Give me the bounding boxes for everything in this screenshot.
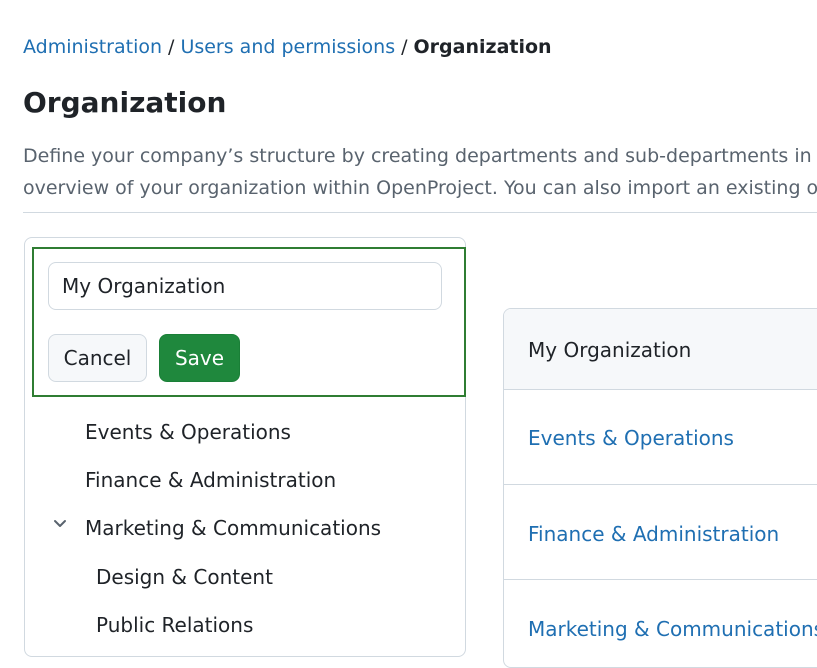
organization-detail-panel: My Organization Events & Operations Fina… [503,308,817,668]
page-description-line-2: overview of your organization within Ope… [23,177,817,199]
breadcrumb: Administration / Users and permissions / Org… [23,36,552,58]
detail-link-events-operations[interactable]: Events & Operations [528,426,734,450]
detail-header-title: My Organization [528,338,692,362]
detail-row: Finance & Administration [504,485,817,580]
detail-header: My Organization [504,309,817,390]
tree-item-events-operations[interactable]: Events & Operations [85,420,291,444]
breadcrumb-administration[interactable]: Administration [23,36,162,58]
header-divider [23,212,817,213]
save-button[interactable]: Save [159,334,240,382]
page-title: Organization [23,86,227,119]
tree-item-finance-administration[interactable]: Finance & Administration [85,468,336,492]
page-description: Define your company’s structure by creat… [23,140,817,204]
page-description-line-1: Define your company’s structure by creat… [23,145,817,167]
breadcrumb-separator: / [401,36,408,58]
breadcrumb-separator: / [168,36,175,58]
chevron-down-icon[interactable] [52,516,68,532]
detail-link-marketing-communications[interactable]: Marketing & Communications [528,617,817,641]
organization-name-input[interactable] [48,262,442,310]
detail-link-finance-administration[interactable]: Finance & Administration [528,522,779,546]
tree-item-public-relations[interactable]: Public Relations [96,613,253,637]
breadcrumb-current: Organization [413,36,552,58]
detail-row: Events & Operations [504,390,817,485]
tree-item-design-content[interactable]: Design & Content [96,565,273,589]
cancel-button[interactable]: Cancel [48,334,147,382]
breadcrumb-users-and-permissions[interactable]: Users and permissions [180,36,395,58]
detail-row: Marketing & Communications [504,580,817,667]
tree-item-marketing-communications[interactable]: Marketing & Communications [85,516,381,540]
